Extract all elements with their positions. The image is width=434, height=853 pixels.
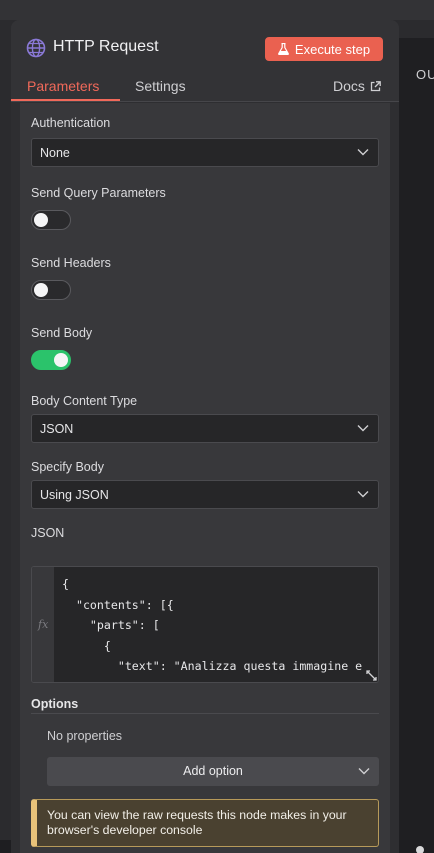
tab-docs-label: Docs: [333, 78, 365, 94]
body-content-type-label: Body Content Type: [31, 394, 138, 408]
authentication-label: Authentication: [31, 116, 111, 130]
specify-body-select[interactable]: Using JSON: [31, 480, 379, 509]
body-content-type-select[interactable]: JSON: [31, 414, 379, 443]
options-heading: Options: [31, 697, 79, 711]
toggle-knob: [34, 213, 48, 227]
options-divider: [31, 713, 379, 714]
specify-body-label: Specify Body: [31, 460, 104, 474]
toggle-knob: [34, 283, 48, 297]
expand-editor-icon[interactable]: [365, 669, 378, 682]
add-option-button[interactable]: Add option: [47, 757, 379, 786]
editor-gutter: fx: [32, 567, 54, 682]
authentication-value: None: [40, 146, 70, 160]
output-panel-label: OU: [416, 67, 434, 82]
json-code[interactable]: { "contents": [{ "parts": [ { "text": "A…: [62, 574, 374, 682]
code-viewport: { "contents": [{ "parts": [ { "text": "A…: [54, 567, 378, 682]
chevron-down-icon: [357, 491, 369, 498]
node-settings-panel: HTTP Request Execute step Parameters Set…: [11, 20, 399, 853]
send-headers-toggle[interactable]: [31, 280, 71, 300]
chevron-down-icon: [358, 768, 370, 775]
chevron-down-icon: [357, 149, 369, 156]
json-body-editor[interactable]: fx { "contents": [{ "parts": [ { "text":…: [31, 566, 379, 683]
body-content-type-value: JSON: [40, 422, 74, 436]
handle-dot[interactable]: [416, 846, 424, 853]
send-body-label: Send Body: [31, 326, 93, 340]
chevron-down-icon: [357, 425, 369, 432]
globe-icon: [26, 38, 46, 58]
tab-parameters[interactable]: Parameters: [27, 78, 99, 94]
send-headers-label: Send Headers: [31, 256, 111, 270]
execute-step-button[interactable]: Execute step: [265, 37, 383, 61]
no-properties-text: No properties: [47, 729, 123, 743]
send-query-parameters-toggle[interactable]: [31, 210, 71, 230]
external-link-icon: [370, 80, 381, 91]
send-body-toggle[interactable]: [31, 350, 71, 370]
flask-icon: [278, 43, 289, 55]
execute-step-label: Execute step: [294, 41, 371, 57]
parameters-form: Authentication None Send Query Parameter…: [20, 103, 390, 853]
active-tab-indicator: [11, 99, 120, 101]
panel-header: HTTP Request Execute step Parameters Set…: [11, 20, 399, 102]
tab-docs[interactable]: Docs: [333, 78, 381, 94]
specify-body-value: Using JSON: [40, 488, 109, 502]
top-bar: [0, 0, 434, 20]
send-query-parameters-label: Send Query Parameters: [31, 186, 166, 200]
output-panel: [395, 38, 434, 853]
add-option-label: Add option: [183, 764, 243, 778]
json-label: JSON: [31, 526, 65, 540]
node-title: HTTP Request: [53, 38, 159, 55]
developer-console-notice: You can view the raw requests this node …: [31, 799, 379, 847]
tab-settings[interactable]: Settings: [135, 78, 186, 94]
expression-icon: fx: [38, 618, 49, 631]
authentication-select[interactable]: None: [31, 138, 379, 167]
toggle-knob: [54, 353, 68, 367]
